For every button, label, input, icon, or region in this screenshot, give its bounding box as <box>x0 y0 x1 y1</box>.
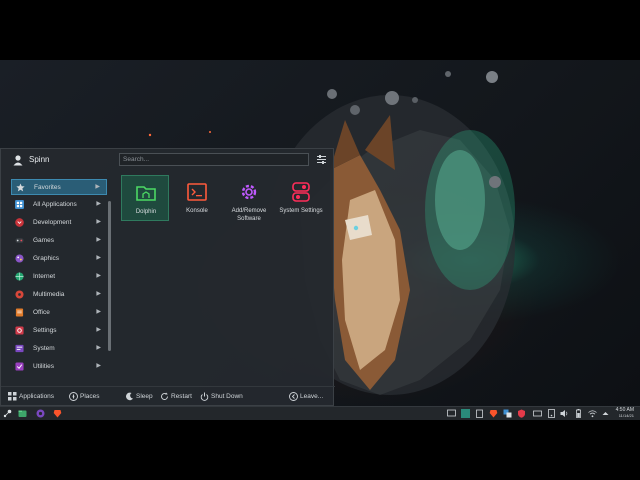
chevron-right-icon: ▶ <box>95 184 100 190</box>
battery-icon[interactable] <box>574 409 583 418</box>
clipboard-icon[interactable] <box>475 409 484 418</box>
office-icon <box>15 308 24 317</box>
chevron-right-icon: ▶ <box>96 219 101 225</box>
development-icon <box>15 218 24 227</box>
volume-icon[interactable] <box>560 409 569 418</box>
show-desktop-icon[interactable] <box>447 409 456 418</box>
category-internet[interactable]: Internet ▶ <box>11 269 107 285</box>
keyboard-icon[interactable] <box>533 409 542 418</box>
pager-icon[interactable] <box>461 409 470 418</box>
globe-icon <box>15 272 24 281</box>
letterbox-bottom <box>0 420 640 480</box>
grid-icon <box>8 392 17 401</box>
chevron-right-icon: ▶ <box>96 237 101 243</box>
graphics-icon <box>15 254 24 263</box>
category-office[interactable]: Office ▶ <box>11 305 107 321</box>
sleep-icon <box>126 392 133 401</box>
application-launcher: Spinn Search... Favorites ▶ All Applicat… <box>0 148 335 407</box>
user-avatar-icon[interactable] <box>12 154 24 166</box>
chevron-right-icon: ▶ <box>96 327 101 333</box>
devices-icon[interactable] <box>503 409 512 418</box>
category-multimedia[interactable]: Multimedia ▶ <box>11 287 107 303</box>
system-icon <box>15 344 24 353</box>
utilities-icon <box>15 362 24 371</box>
wifi-icon[interactable] <box>588 409 597 418</box>
multimedia-icon <box>15 290 24 299</box>
category-system[interactable]: System ▶ <box>11 341 107 357</box>
brave-browser-icon[interactable] <box>53 409 62 418</box>
software-icon <box>241 184 257 200</box>
settings-icon <box>15 326 24 335</box>
dolphin-taskbar-icon[interactable] <box>18 409 27 418</box>
app-dolphin[interactable]: Dolphin <box>121 175 169 221</box>
gamepad-icon <box>15 238 24 243</box>
category-all-applications[interactable]: All Applications ▶ <box>11 197 107 213</box>
launcher-header: Spinn Search... <box>1 149 335 173</box>
chevron-right-icon: ▶ <box>96 363 101 369</box>
compass-icon <box>69 392 78 401</box>
terminal-icon <box>187 183 207 201</box>
category-development[interactable]: Development ▶ <box>11 215 107 231</box>
power-icon <box>200 392 209 401</box>
grid-icon <box>15 200 24 209</box>
category-settings[interactable]: Settings ▶ <box>11 323 107 339</box>
storage-icon[interactable] <box>547 409 556 418</box>
chevron-right-icon: ▶ <box>96 273 101 279</box>
category-utilities[interactable]: Utilities ▶ <box>11 359 107 375</box>
chevron-right-icon: ▶ <box>96 345 101 351</box>
digital-clock[interactable]: 4:50 AM 11/14/21 <box>616 408 634 419</box>
chevron-right-icon: ▶ <box>96 201 101 207</box>
chevron-right-icon: ▶ <box>96 291 101 297</box>
folder-icon <box>136 186 156 201</box>
chevron-right-icon: ▶ <box>96 309 101 315</box>
username: Spinn <box>29 155 50 164</box>
favorites-grid: Dolphin Konsole Add/Remove Software Syst… <box>119 175 331 235</box>
restart-icon <box>161 392 168 400</box>
filter-settings-icon[interactable] <box>316 154 327 165</box>
chevron-right-icon: ▶ <box>96 255 101 261</box>
system-settings-icon <box>292 182 310 202</box>
app-konsole[interactable]: Konsole <box>173 175 221 221</box>
category-favorites[interactable]: Favorites ▶ <box>11 179 107 195</box>
sidebar-scrollbar[interactable] <box>108 201 111 351</box>
star-icon <box>16 183 25 192</box>
app-add-remove-software[interactable]: Add/Remove Software <box>225 175 273 222</box>
app-system-settings[interactable]: System Settings <box>277 175 325 221</box>
shield-icon[interactable] <box>517 409 526 418</box>
category-sidebar: Favorites ▶ All Applications ▶ Developme… <box>9 179 109 379</box>
letterbox-top <box>0 0 640 60</box>
chevron-up-icon[interactable] <box>601 409 610 418</box>
leave-icon <box>289 392 298 401</box>
category-games[interactable]: Games ▶ <box>11 233 107 249</box>
taskbar: 4:50 AM 11/14/21 <box>0 406 640 420</box>
launcher-footer: Applications Places Sleep Restart Shut D… <box>1 386 335 407</box>
software-taskbar-icon[interactable] <box>36 409 45 418</box>
app-launcher-icon[interactable] <box>3 409 12 418</box>
category-graphics[interactable]: Graphics ▶ <box>11 251 107 267</box>
search-input[interactable]: Search... <box>119 153 309 166</box>
brave-tray-icon[interactable] <box>489 409 498 418</box>
